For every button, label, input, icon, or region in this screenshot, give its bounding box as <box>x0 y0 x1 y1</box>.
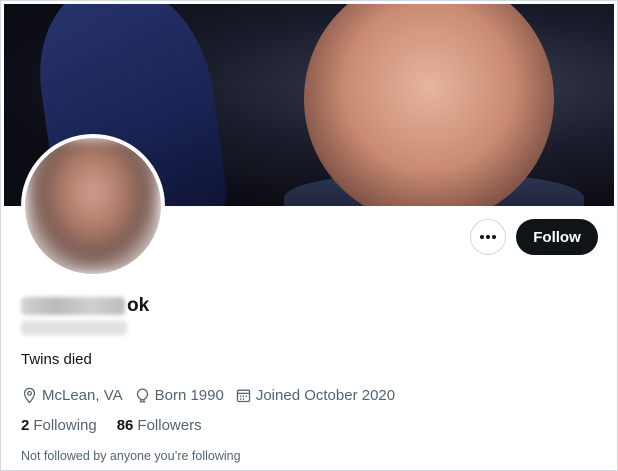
followers-label: Followers <box>137 417 202 434</box>
banner-face-shape <box>304 4 554 206</box>
meta-born-text: Born 1990 <box>154 386 224 404</box>
balloon-icon <box>136 387 148 402</box>
meta-joined: Joined October 2020 <box>235 387 395 404</box>
profile-bio: Twins died <box>21 351 92 368</box>
follow-button[interactable]: Follow <box>516 219 598 255</box>
avatar-blurred-image <box>25 138 161 274</box>
follow-stats: 2 Following 86 Followers <box>21 417 222 434</box>
display-name: ok <box>21 293 149 319</box>
not-followed-notice: Not followed by anyone you’re following <box>21 449 241 463</box>
calendar-icon <box>236 389 251 402</box>
followers-count: 86 <box>116 417 134 434</box>
more-options-button[interactable] <box>470 219 506 255</box>
display-name-redacted <box>21 297 125 315</box>
profile-card: Follow ok Twins died McLean, VA Born 199… <box>0 0 618 471</box>
display-name-visible-text: ok <box>127 295 150 316</box>
profile-meta: McLean, VA Born 1990 Joined October 2020 <box>21 385 406 405</box>
location-pin-icon <box>23 387 36 404</box>
avatar[interactable] <box>21 134 165 278</box>
following-count: 2 <box>21 417 30 434</box>
meta-joined-text: Joined October 2020 <box>255 386 396 404</box>
meta-born: Born 1990 <box>134 387 224 404</box>
following-label: Following <box>33 417 97 434</box>
following-link[interactable]: 2 Following <box>21 417 97 434</box>
handle-redacted <box>21 321 127 335</box>
meta-location-text: McLean, VA <box>42 386 123 404</box>
followers-link[interactable]: 86 Followers <box>117 417 202 434</box>
meta-location: McLean, VA <box>21 387 123 404</box>
more-dots-icon <box>480 235 496 239</box>
